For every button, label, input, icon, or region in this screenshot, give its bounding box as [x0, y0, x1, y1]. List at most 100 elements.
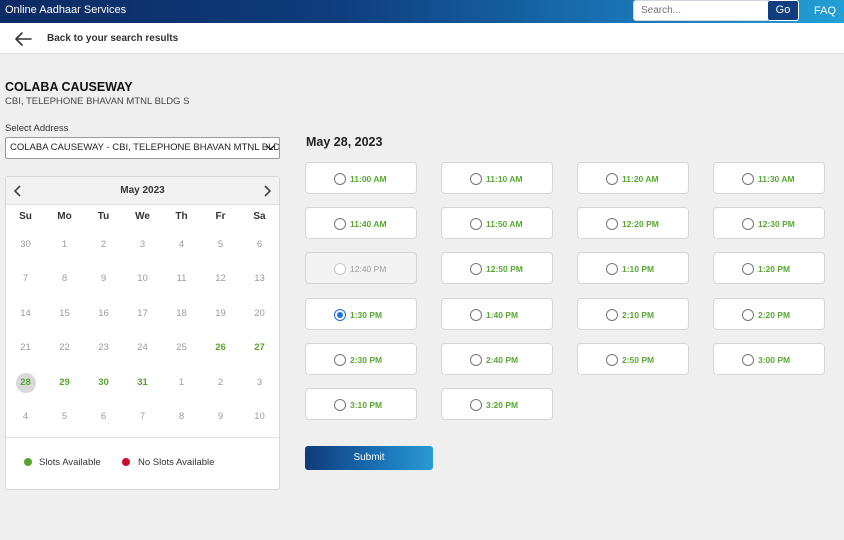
slot-radio[interactable] [470, 308, 482, 321]
calendar-day[interactable]: 29 [54, 374, 76, 392]
top-bar: Online Aadhaar Services Go FAQ [0, 0, 844, 23]
time-slot[interactable]: 2:20 PM [713, 297, 825, 330]
calendar-day[interactable]: 30 [93, 374, 115, 392]
calendar-day[interactable]: 28 [15, 372, 36, 393]
calendar-day[interactable]: 27 [249, 339, 271, 357]
slot-time-label: 12:40 PM [350, 264, 387, 275]
calendar-day: 23 [98, 342, 109, 354]
go-button[interactable]: Go [767, 0, 799, 21]
center-address: CBI, TELEPHONE BHAVAN MTNL BLDG S [5, 96, 190, 107]
legend-label: No Slots Available [138, 457, 215, 468]
legend-label: Slots Available [39, 457, 101, 468]
slot-radio[interactable] [334, 399, 346, 411]
calendar-day: 8 [61, 273, 68, 285]
slot-time-label: 1:30 PM [350, 309, 383, 320]
slot-radio[interactable] [742, 173, 754, 185]
slot-time-label: 2:20 PM [758, 309, 791, 320]
calendar-day: 11 [176, 273, 187, 285]
slot-radio[interactable] [470, 263, 482, 276]
time-slot[interactable]: 2:40 PM [441, 342, 553, 375]
slot-radio [334, 263, 346, 276]
slot-radio[interactable] [470, 218, 482, 231]
slot-radio[interactable] [334, 218, 346, 231]
slot-radio[interactable] [470, 173, 482, 185]
time-slot[interactable]: 11:50 AM [441, 207, 553, 240]
calendar-day: 5 [61, 411, 68, 422]
time-slot[interactable]: 11:00 AM [305, 162, 417, 194]
slot-radio[interactable] [742, 353, 754, 366]
calendar-day: 7 [22, 273, 29, 285]
time-slot[interactable]: 11:30 AM [713, 162, 825, 194]
slot-radio[interactable] [470, 353, 482, 366]
slot-time-label: 12:30 PM [758, 219, 795, 230]
slot-time-label: 1:10 PM [622, 264, 655, 275]
calendar-day: 16 [98, 307, 109, 319]
time-slot[interactable]: 2:30 PM [305, 342, 417, 375]
slot-radio[interactable] [334, 353, 346, 366]
slot-time-label: 3:00 PM [758, 354, 791, 365]
calendar-day: 2 [217, 376, 224, 388]
time-slot[interactable]: 12:20 PM [577, 207, 689, 240]
calendar-day: 7 [139, 411, 146, 422]
back-link[interactable]: Back to your search results [47, 33, 178, 44]
slot-radio[interactable] [470, 399, 482, 411]
calendar-month: May 2023 [120, 185, 165, 196]
time-slot[interactable]: 2:10 PM [577, 297, 689, 330]
time-slot[interactable]: 3:10 PM [305, 388, 417, 420]
slot-time-label: 11:30 AM [758, 174, 795, 184]
time-slot[interactable]: 11:20 AM [577, 162, 689, 194]
time-slot[interactable]: 1:20 PM [713, 252, 825, 285]
calendar-divider [6, 437, 279, 438]
slot-radio[interactable] [334, 173, 346, 185]
calendar-day: 18 [176, 307, 187, 319]
slot-time-label: 2:10 PM [622, 309, 655, 320]
time-slot: 12:40 PM [305, 252, 417, 285]
chevron-right-icon[interactable] [262, 185, 272, 197]
app-title: Online Aadhaar Services [5, 4, 127, 16]
search-input[interactable] [633, 0, 768, 21]
calendar-day: 8 [178, 411, 185, 422]
time-slot[interactable]: 1:10 PM [577, 252, 689, 285]
calendar-day: 20 [254, 307, 265, 319]
calendar-day[interactable]: 31 [132, 374, 154, 392]
slot-radio[interactable] [742, 263, 754, 276]
weekday-header: Th [175, 211, 188, 222]
time-slot[interactable]: 2:50 PM [577, 342, 689, 375]
back-bar: Back to your search results [0, 23, 844, 54]
arrow-left-icon[interactable] [14, 31, 32, 47]
calendar-day: 10 [137, 273, 148, 285]
calendar-day[interactable]: 26 [210, 339, 232, 357]
calendar-day: 4 [178, 239, 185, 250]
slot-radio[interactable] [334, 308, 346, 321]
calendar-day: 30 [20, 239, 31, 250]
slot-time-label: 3:10 PM [350, 400, 383, 410]
slot-date: May 28, 2023 [306, 135, 383, 149]
address-select[interactable]: COLABA CAUSEWAY - CBI, TELEPHONE BHAVAN … [5, 137, 280, 159]
time-slot[interactable]: 11:10 AM [441, 162, 553, 194]
calendar-day: 25 [176, 342, 187, 354]
slot-radio[interactable] [606, 173, 618, 185]
faq-link[interactable]: FAQ [814, 5, 836, 17]
slot-radio[interactable] [606, 218, 618, 231]
calendar-day: 21 [20, 342, 31, 354]
time-slot[interactable]: 3:00 PM [713, 342, 825, 375]
slot-radio[interactable] [606, 308, 618, 321]
slot-radio[interactable] [742, 218, 754, 231]
slots-available-dot [24, 458, 32, 466]
calendar-day: 9 [100, 273, 107, 285]
slot-radio[interactable] [606, 263, 618, 276]
time-slot[interactable]: 1:30 PM [305, 297, 417, 330]
time-slot[interactable]: 1:40 PM [441, 297, 553, 330]
weekday-header: Su [19, 211, 32, 222]
submit-button[interactable]: Submit [305, 446, 433, 470]
chevron-down-icon [266, 145, 275, 151]
time-slot[interactable]: 12:30 PM [713, 207, 825, 240]
slot-time-label: 3:20 PM [486, 400, 519, 410]
time-slot[interactable]: 12:50 PM [441, 252, 553, 285]
time-slot[interactable]: 11:40 AM [305, 207, 417, 240]
slot-radio[interactable] [742, 308, 754, 321]
time-slot[interactable]: 3:20 PM [441, 388, 553, 420]
slot-radio[interactable] [606, 353, 618, 366]
slot-time-label: 1:20 PM [758, 264, 791, 275]
calendar-day: 4 [22, 411, 29, 422]
